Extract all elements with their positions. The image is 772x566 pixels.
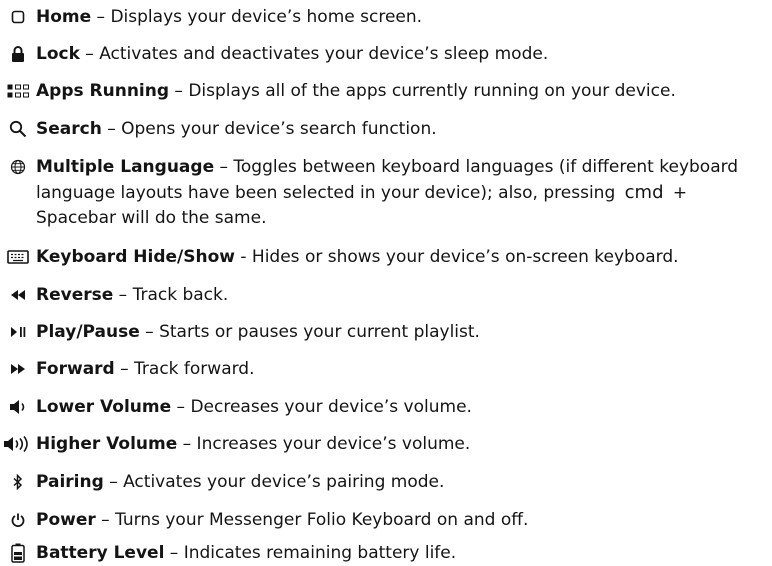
item-desc: – Displays your device’s home screen. — [91, 7, 423, 27]
item-term: Keyboard Hide/Show — [36, 247, 235, 267]
list-item-keyboard-hide-show: Keyboard Hide/Show - Hides or shows your… — [0, 245, 772, 270]
item-desc: – Displays all of the apps currently run… — [169, 81, 676, 101]
item-desc: - Hides or shows your device’s on-screen… — [234, 247, 679, 267]
power-icon — [0, 508, 36, 532]
item-term: Reverse — [36, 285, 114, 305]
item-desc: – Activates and deactivates your device’… — [79, 44, 549, 64]
keyboard-icon — [0, 245, 36, 269]
item-desc: – Track forward. — [114, 359, 255, 379]
item-term: Apps Running — [36, 81, 170, 101]
globe-icon — [0, 155, 36, 179]
list-item-multiple-language: Multiple Language – Toggles between keyb… — [0, 155, 772, 231]
apps-grid-icon — [0, 79, 36, 103]
bluetooth-icon — [0, 470, 36, 494]
play-pause-icon — [0, 320, 36, 344]
list-item-lock: Lock – Activates and deactivates your de… — [0, 42, 772, 67]
item-text: Battery Level – Indicates remaining batt… — [36, 541, 772, 566]
item-text: Search – Opens your device’s search func… — [36, 117, 772, 142]
item-term: Play/Pause — [36, 322, 140, 342]
item-text: Keyboard Hide/Show - Hides or shows your… — [36, 245, 772, 270]
item-text: Apps Running – Displays all of the apps … — [36, 79, 772, 104]
item-term: Power — [36, 510, 96, 530]
item-text: Forward – Track forward. — [36, 357, 772, 382]
item-text: Higher Volume – Increases your device’s … — [36, 432, 772, 457]
list-item-reverse: Reverse – Track back. — [0, 283, 772, 308]
item-desc: – Turns your Messenger Folio Keyboard on… — [95, 510, 529, 530]
cmd-key-label: cmd — [624, 182, 664, 203]
list-item-search: Search – Opens your device’s search func… — [0, 117, 772, 142]
list-item-power: Power – Turns your Messenger Folio Keybo… — [0, 508, 772, 533]
item-term: Multiple Language — [36, 157, 215, 177]
search-icon — [0, 117, 36, 141]
item-text: Power – Turns your Messenger Folio Keybo… — [36, 508, 772, 533]
list-item-battery-level: Battery Level – Indicates remaining batt… — [0, 541, 772, 566]
item-term: Home — [36, 7, 92, 27]
rewind-icon — [0, 283, 36, 307]
key-function-list: Home – Displays your device’s home scree… — [0, 0, 772, 566]
item-term: Forward — [36, 359, 115, 379]
lock-icon — [0, 42, 36, 66]
fast-forward-icon — [0, 357, 36, 381]
item-text: Play/Pause – Starts or pauses your curre… — [36, 320, 772, 345]
item-desc: – Starts or pauses your current playlist… — [139, 322, 480, 342]
item-text: Multiple Language – Toggles between keyb… — [36, 155, 772, 231]
item-text: Lower Volume – Decreases your device’s v… — [36, 395, 772, 420]
volume-high-icon — [0, 432, 36, 456]
item-term: Higher Volume — [36, 434, 178, 454]
list-item-higher-volume: Higher Volume – Increases your device’s … — [0, 432, 772, 457]
item-text: Lock – Activates and deactivates your de… — [36, 42, 772, 67]
item-text: Reverse – Track back. — [36, 283, 772, 308]
list-item-lower-volume: Lower Volume – Decreases your device’s v… — [0, 395, 772, 420]
list-item-apps-running: Apps Running – Displays all of the apps … — [0, 79, 772, 104]
battery-icon — [0, 541, 36, 565]
item-term: Search — [36, 119, 102, 139]
item-desc: – Increases your device’s volume. — [177, 434, 471, 454]
item-desc: – Indicates remaining battery life. — [164, 543, 457, 563]
item-term: Lower Volume — [36, 397, 172, 417]
volume-low-icon — [0, 395, 36, 419]
list-item-play-pause: Play/Pause – Starts or pauses your curre… — [0, 320, 772, 345]
item-term: Lock — [36, 44, 80, 64]
home-square-icon — [0, 5, 36, 29]
list-item-home: Home – Displays your device’s home scree… — [0, 5, 772, 30]
item-term: Pairing — [36, 472, 104, 492]
item-text: Home – Displays your device’s home scree… — [36, 5, 772, 30]
item-desc: – Opens your device’s search function. — [101, 119, 437, 139]
item-desc: – Activates your device’s pairing mode. — [103, 472, 445, 492]
list-item-forward: Forward – Track forward. — [0, 357, 772, 382]
item-desc: – Track back. — [113, 285, 229, 305]
item-term: Battery Level — [36, 543, 165, 563]
item-text: Pairing – Activates your device’s pairin… — [36, 470, 772, 495]
list-item-pairing: Pairing – Activates your device’s pairin… — [0, 470, 772, 495]
item-desc: – Decreases your device’s volume. — [171, 397, 472, 417]
